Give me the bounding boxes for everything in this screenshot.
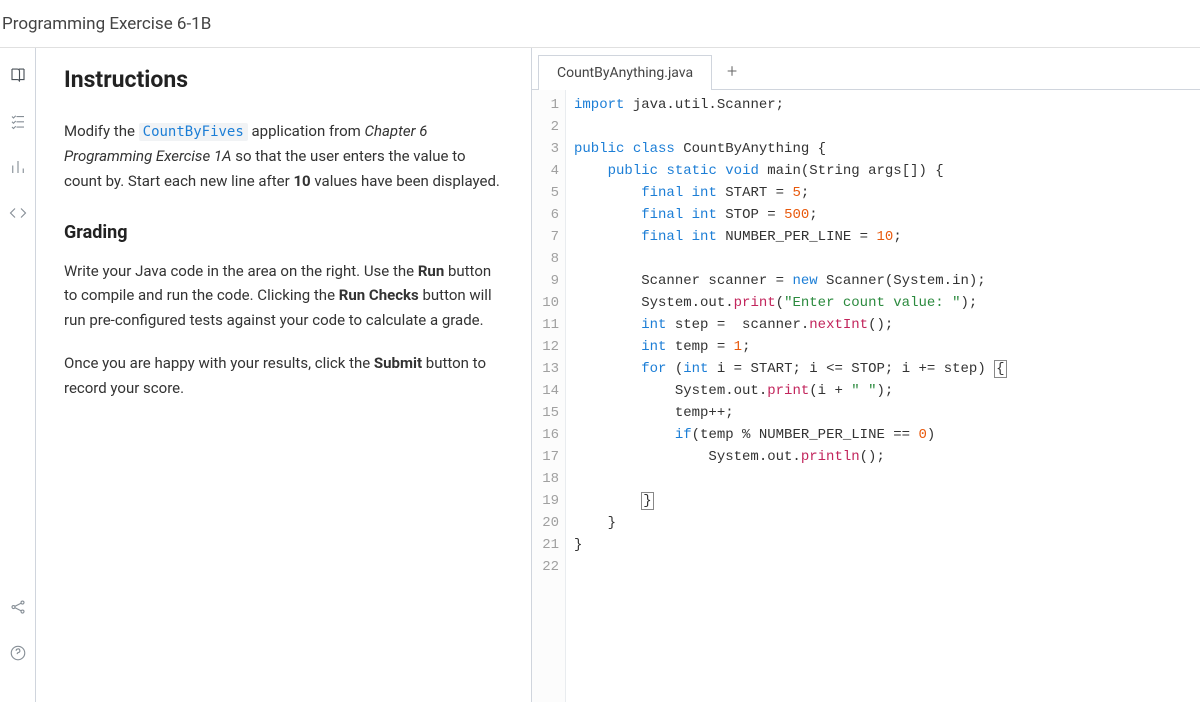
instructions-panel: Instructions Modify the CountByFives app… [36, 48, 532, 702]
share-icon[interactable] [9, 598, 27, 616]
plus-icon: + [727, 61, 737, 82]
page-title-bar: Programming Exercise 6-1B [0, 0, 1200, 48]
editor-tabs: CountByAnything.java + [532, 48, 1200, 90]
main-area: Instructions Modify the CountByFives app… [0, 48, 1200, 702]
grading-heading: Grading [64, 222, 503, 243]
page-title: Programming Exercise 6-1B [2, 14, 211, 34]
grading-paragraph-1: Write your Java code in the area on the … [64, 259, 503, 333]
checklist-icon[interactable] [9, 112, 27, 130]
instructions-heading: Instructions [64, 66, 503, 93]
line-gutter: 12345678910111213141516171819202122 [532, 90, 566, 702]
editor-panel: CountByAnything.java + 12345678910111213… [532, 48, 1200, 702]
tab-file[interactable]: CountByAnything.java [538, 55, 712, 90]
code-editor[interactable]: 12345678910111213141516171819202122 impo… [532, 90, 1200, 702]
book-icon[interactable] [9, 66, 27, 84]
tab-label: CountByAnything.java [557, 65, 693, 81]
instructions-paragraph-1: Modify the CountByFives application from… [64, 119, 503, 194]
help-icon[interactable] [9, 644, 27, 662]
bar-chart-icon[interactable] [9, 158, 27, 176]
code-area[interactable]: import java.util.Scanner; public class C… [566, 90, 1200, 702]
sidebar [0, 48, 36, 702]
content-area: Instructions Modify the CountByFives app… [36, 48, 1200, 702]
add-tab-button[interactable]: + [712, 54, 752, 89]
grading-paragraph-2: Once you are happy with your results, cl… [64, 351, 503, 401]
code-icon[interactable] [9, 204, 27, 222]
code-token: CountByFives [139, 123, 248, 141]
